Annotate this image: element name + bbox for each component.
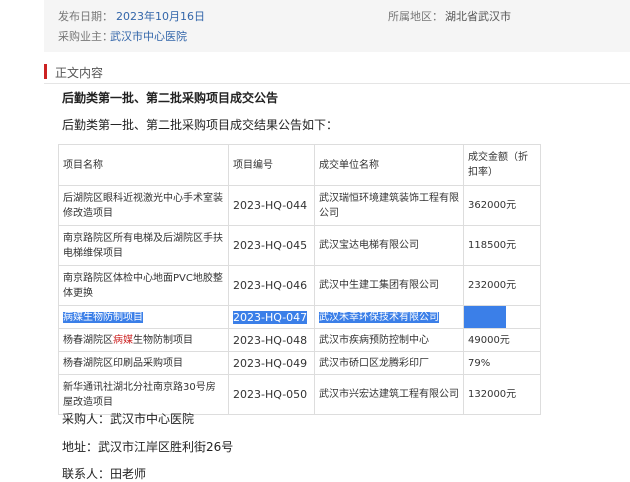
cell-project-name: 南京路院区所有电梯及后湖院区手扶电梯维保项目: [58, 225, 229, 266]
cell-project-code: 2023-HQ-045: [228, 225, 315, 266]
cell-project-name: 杨春湖院区病媒生物防制项目: [58, 328, 229, 352]
publish-date-value: 2023年10月16日: [116, 10, 205, 23]
results-table: 项目名称 项目编号 成交单位名称 成交金额（折扣率） 后湖院区眼科近视激光中心手…: [58, 144, 541, 415]
selection-highlight: [464, 306, 506, 328]
buyer-label: 采购业主：: [58, 30, 113, 43]
cell-amount: 49000元: [463, 328, 541, 352]
header-amount: 成交金额（折扣率）: [463, 144, 541, 186]
section-divider: [44, 83, 630, 84]
cell-project-code: 2023-HQ-048: [228, 328, 315, 352]
cell-project-name: 南京路院区体检中心地面PVC地胶整体更换: [58, 265, 229, 306]
publish-date-label: 发布日期：: [58, 10, 113, 23]
selected-text: 武汉禾幸环保技术有限公司: [319, 311, 439, 323]
table-row-selected: 病媒生物防制项目 2023-HQ-047 武汉禾幸环保技术有限公司: [58, 305, 541, 329]
cell-project-code: 2023-HQ-050: [228, 374, 315, 415]
cell-company: 武汉宝达电梯有限公司: [314, 225, 464, 266]
selected-text: 病媒生物防制项目: [63, 311, 143, 323]
cell-project-name: 后湖院区眼科近视激光中心手术室装修改造项目: [58, 185, 229, 226]
header-company: 成交单位名称: [314, 144, 464, 186]
cell-amount: 132000元: [463, 374, 541, 415]
table-row: 新华通讯社湖北分社南京路30号房屋改造项目 2023-HQ-050 武汉市兴宏达…: [58, 374, 541, 415]
table-row: 南京路院区体检中心地面PVC地胶整体更换 2023-HQ-046 武汉中生建工集…: [58, 265, 541, 306]
table-row: 南京路院区所有电梯及后湖院区手扶电梯维保项目 2023-HQ-045 武汉宝达电…: [58, 225, 541, 266]
cell-project-code: 2023-HQ-046: [228, 265, 315, 306]
table-row: 后湖院区眼科近视激光中心手术室装修改造项目 2023-HQ-044 武汉瑞恒环境…: [58, 185, 541, 226]
cell-project-code: 2023-HQ-049: [228, 351, 315, 375]
cell-company: 武汉瑞恒环境建筑装饰工程有限公司: [314, 185, 464, 226]
region-value: 湖北省武汉市: [445, 10, 511, 23]
cell-amount: 362000元: [463, 185, 541, 226]
cell-project-name: 病媒生物防制项目: [58, 305, 229, 329]
cell-amount: [463, 305, 541, 329]
contact-line: 联系人：田老师: [62, 467, 147, 481]
cell-company: 武汉中生建工集团有限公司: [314, 265, 464, 306]
buyer-link[interactable]: 武汉市中心医院: [110, 28, 187, 44]
cell-company: 武汉市硚口区龙腾彩印厂: [314, 351, 464, 375]
cell-project-code: 2023-HQ-047: [228, 305, 315, 329]
cell-company: 武汉市疾病预防控制中心: [314, 328, 464, 352]
table-header-row: 项目名称 项目编号 成交单位名称 成交金额（折扣率）: [58, 144, 541, 186]
cell-project-code: 2023-HQ-044: [228, 185, 315, 226]
header-project-name: 项目名称: [58, 144, 229, 186]
cell-amount: 79%: [463, 351, 541, 375]
cell-company: 武汉市兴宏达建筑工程有限公司: [314, 374, 464, 415]
table-row: 杨春湖院区病媒生物防制项目 2023-HQ-048 武汉市疾病预防控制中心 49…: [58, 328, 541, 352]
cell-project-name: 杨春湖院区印刷品采购项目: [58, 351, 229, 375]
table-row: 杨春湖院区印刷品采购项目 2023-HQ-049 武汉市硚口区龙腾彩印厂 79%: [58, 351, 541, 375]
cell-amount: 232000元: [463, 265, 541, 306]
selected-text: 2023-HQ-047: [233, 310, 308, 324]
address-line: 地址：武汉市江岸区胜利街26号: [62, 440, 234, 454]
notice-title: 后勤类第一批、第二批采购项目成交公告: [62, 91, 279, 105]
purchaser-line: 采购人：武汉市中心医院: [62, 412, 195, 426]
cell-amount: 118500元: [463, 225, 541, 266]
notice-intro: 后勤类第一批、第二批采购项目成交结果公告如下：: [62, 118, 339, 132]
section-title: 正文内容: [55, 66, 104, 80]
region-label: 所属地区：: [388, 10, 443, 23]
section-accent-bar: [44, 64, 47, 79]
header-project-code: 项目编号: [228, 144, 315, 186]
cell-project-name: 新华通讯社湖北分社南京路30号房屋改造项目: [58, 374, 229, 415]
search-keyword-highlight: 病媒: [113, 334, 133, 346]
cell-company: 武汉禾幸环保技术有限公司: [314, 305, 464, 329]
